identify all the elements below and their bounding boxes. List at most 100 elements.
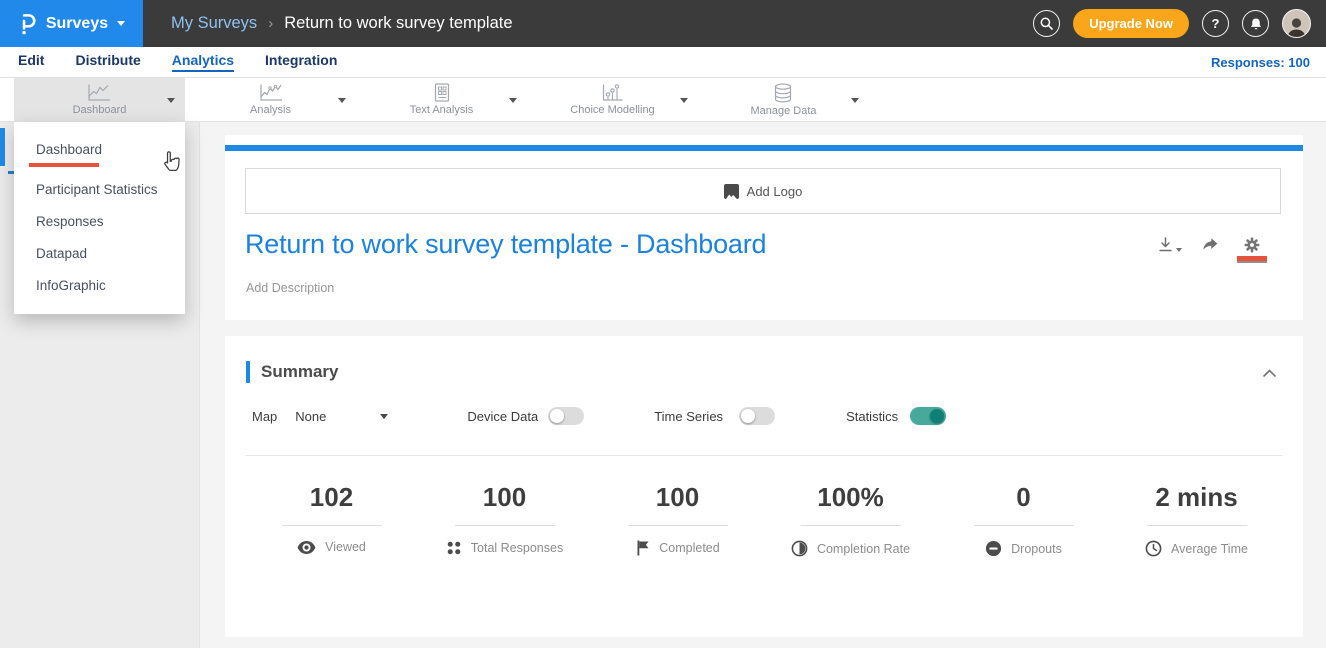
line-chart-icon [86,83,112,102]
add-logo-label: Add Logo [747,184,803,199]
clock-icon [1145,540,1162,557]
stat-total-responses: 100 Total Responses [418,482,591,557]
stat-dropouts: 0 Dropouts [937,482,1110,557]
breadcrumb-separator-icon: › [268,15,273,32]
stat-label: Average Time [1171,542,1248,556]
search-icon [1039,16,1054,31]
section-accent-bar [246,361,250,383]
stat-value: 102 [245,482,418,513]
menu-item-participant-statistics[interactable]: Participant Statistics [14,174,185,206]
help-button[interactable]: ? [1202,10,1229,37]
notifications-button[interactable] [1242,10,1269,37]
divider [1147,525,1247,526]
stat-value: 0 [937,482,1110,513]
map-label: Map [252,409,277,424]
stat-label: Viewed [325,540,366,554]
trend-chart-icon [258,83,284,102]
active-item-underline [29,163,99,167]
toolbar-item-manage-data[interactable]: Manage Data [698,78,869,121]
stat-viewed: 102 Viewed [245,482,418,557]
toolbar-item-label: Analysis [250,104,291,116]
chevron-down-icon[interactable] [338,98,346,103]
survey-tab-bar: Edit Distribute Analytics Integration Re… [0,47,1326,78]
toolbar-item-analysis[interactable]: Analysis [185,78,356,121]
toolbar-item-text-analysis[interactable]: Text Analysis [356,78,527,121]
upgrade-now-button[interactable]: Upgrade Now [1073,9,1189,38]
add-logo-button[interactable]: Add Logo [245,168,1281,214]
tab-edit[interactable]: Edit [18,52,44,72]
stat-completed: 100 Completed [591,482,764,557]
download-icon [1157,237,1174,253]
share-icon [1201,237,1218,252]
top-bar: Surveys My Surveys › Return to work surv… [0,0,1326,47]
time-series-label: Time Series [654,409,723,424]
stat-label: Completed [659,541,719,555]
product-name: Surveys [46,15,108,33]
bell-icon [1249,17,1263,31]
divider [974,525,1074,526]
chevron-down-icon [1176,248,1182,252]
menu-item-dashboard[interactable]: Dashboard [14,134,185,174]
stat-label: Completion Rate [817,542,910,556]
eye-icon [297,541,316,554]
divider [628,525,728,526]
image-icon [724,184,739,199]
menu-item-label: Datapad [36,246,87,261]
device-data-toggle[interactable] [548,407,584,425]
analytics-toolbar: Dashboard Analysis [0,78,1326,122]
toggle-knob [930,409,944,423]
avatar[interactable] [1282,9,1311,38]
sidebar-active-indicator [0,128,5,166]
tab-analytics[interactable]: Analytics [172,52,234,72]
stat-completion-rate: 100% Completion Rate [764,482,937,557]
flag-icon [635,540,650,556]
statistics-toggle[interactable] [910,407,946,425]
menu-item-responses[interactable]: Responses [14,206,185,238]
menu-item-label: Participant Statistics [36,182,158,197]
tab-integration[interactable]: Integration [265,52,337,72]
chevron-down-icon[interactable] [380,414,388,419]
collapse-button[interactable] [1262,361,1277,383]
time-series-toggle[interactable] [739,407,775,425]
menu-item-datapad[interactable]: Datapad [14,238,185,270]
map-select[interactable]: None [295,409,326,424]
settings-highlight-bar [1237,256,1267,261]
questionpro-logo-icon [18,12,37,36]
dashboard-dropdown-menu: Dashboard Participant Statistics Respons… [14,122,185,314]
top-bar-actions: Upgrade Now ? [1033,9,1326,38]
stat-value: 100% [764,482,937,513]
toolbar-item-choice-modelling[interactable]: Choice Modelling [527,78,698,121]
app-window: Surveys My Surveys › Return to work surv… [0,0,1326,648]
page-title[interactable]: Return to work survey template - Dashboa… [245,229,766,260]
dots-grid-icon [446,540,462,556]
statistics-row: 102 Viewed 100 [225,456,1303,557]
breadcrumb-my-surveys[interactable]: My Surveys [171,14,257,33]
chevron-down-icon[interactable] [680,98,688,103]
settings-button[interactable] [1237,237,1267,261]
tab-distribute[interactable]: Distribute [75,52,140,72]
responses-count[interactable]: Responses: 100 [1211,55,1310,70]
download-button[interactable] [1157,237,1182,253]
share-button[interactable] [1201,237,1218,252]
chevron-down-icon[interactable] [851,98,859,103]
database-icon [772,83,794,103]
chevron-down-icon[interactable] [509,98,517,103]
add-description-button[interactable]: Add Description [246,281,334,295]
stat-value: 100 [591,482,764,513]
stat-value: 2 mins [1110,482,1283,513]
summary-card: Summary Map None Device Data Time Series… [225,336,1303,637]
toolbar-item-dashboard[interactable]: Dashboard [14,78,185,121]
statistics-label: Statistics [846,409,898,424]
text-doc-icon [432,83,452,102]
menu-item-infographic[interactable]: InfoGraphic [14,270,185,302]
page-body: Add Logo Return to work survey template … [0,122,1326,648]
divider [282,525,382,526]
toggle-knob [550,409,564,423]
product-switcher[interactable]: Surveys [0,0,143,47]
breadcrumb: My Surveys › Return to work survey templ… [171,14,513,33]
stat-average-time: 2 mins Average Time [1110,482,1283,557]
gear-icon [1244,237,1260,253]
menu-item-label: InfoGraphic [36,278,106,293]
chevron-down-icon[interactable] [167,98,175,103]
search-button[interactable] [1033,10,1060,37]
